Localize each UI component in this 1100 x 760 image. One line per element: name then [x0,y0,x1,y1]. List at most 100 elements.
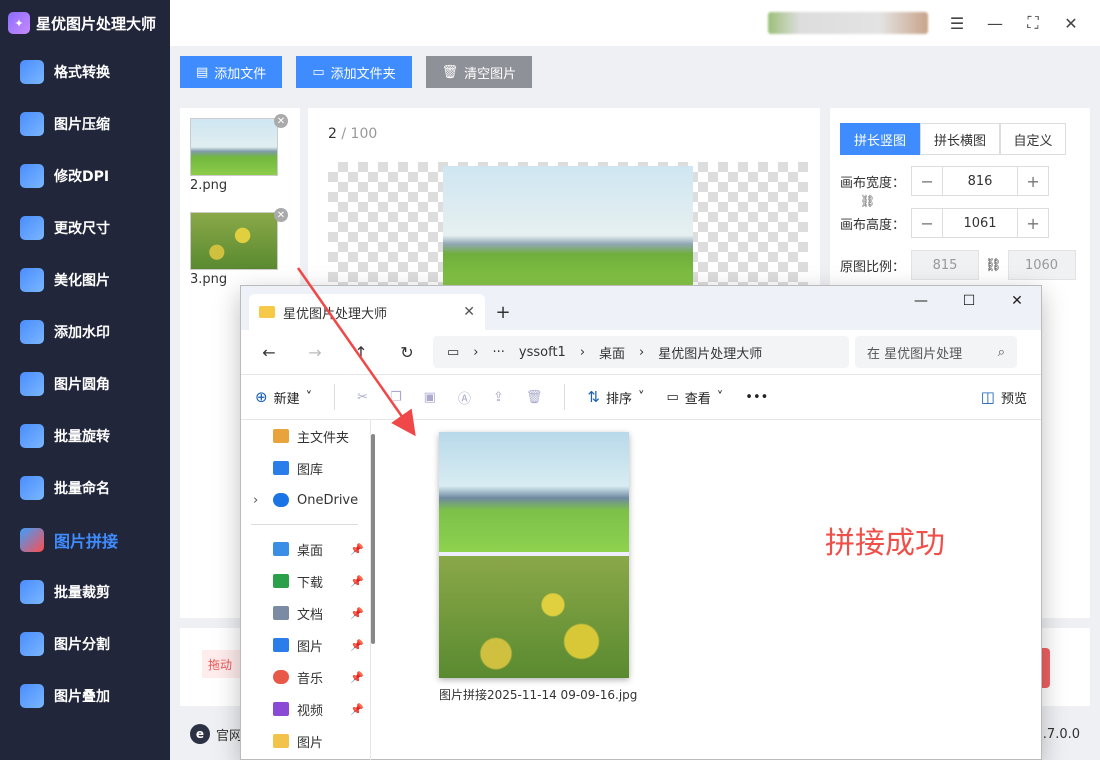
explorer-tab[interactable]: 星优图片处理大师 ✕ [249,294,485,330]
add-folder-button[interactable]: ▭ 添加文件夹 [296,56,412,88]
pictures-icon [273,638,289,652]
sidebar-item-split[interactable]: 图片分割 [0,618,170,670]
nav-pane-scrollbar[interactable] [371,434,375,644]
nav-item-documents[interactable]: 文档 📌 [241,597,370,629]
new-label: 新建 [273,391,300,407]
sidebar-item-crop[interactable]: 批量裁剪 [0,566,170,618]
website-icon: e [190,724,210,744]
new-button[interactable]: ⊕ 新建 ˅ [255,388,312,407]
format-convert-icon [20,60,44,84]
thumbnail-item[interactable]: ✕ 3.png [190,208,288,287]
up-icon[interactable]: ↑ [341,336,381,368]
sort-button[interactable]: ⇅ 排序 ˅ [587,388,644,407]
more-options-icon[interactable]: ••• [745,390,768,405]
nav-item-desktop[interactable]: 桌面 📌 [241,533,370,565]
nav-item-videos[interactable]: 视频 📌 [241,693,370,725]
nav-item-music[interactable]: 音乐 📌 [241,661,370,693]
canvas-height-value[interactable]: 1061 [942,209,1019,237]
sidebar-item-format[interactable]: 格式转换 [0,46,170,98]
back-icon[interactable]: ← [249,336,289,368]
nav-item-pictures[interactable]: 图片 📌 [241,629,370,661]
remove-icon[interactable]: ✕ [274,208,288,222]
decrease-button[interactable]: − [912,167,942,195]
sidebar-item-dpi[interactable]: 修改DPI [0,150,170,202]
nav-item-label: 桌面 [297,543,324,559]
paste-icon[interactable]: ▣ [424,390,436,405]
copy-icon[interactable]: ❐ [390,390,402,405]
breadcrumb-item[interactable]: 桌面 [599,343,625,362]
app-brand: ✦ 星优图片处理大师 [0,0,170,46]
success-annotation: 拼接成功 [825,526,945,561]
canvas-height-label: 画布高度： [840,217,906,233]
thumbnail-item[interactable]: ✕ 2.png [190,114,288,193]
website-link[interactable]: e 官网 [190,724,242,744]
refresh-icon[interactable]: ↻ [387,336,427,368]
remove-icon[interactable]: ✕ [274,114,288,128]
chevron-right-icon: › [473,344,479,360]
close-icon[interactable]: ✕ [993,286,1041,316]
compress-icon [20,112,44,136]
minimize-icon[interactable]: — [897,286,945,316]
link-icon[interactable]: ⛓ [860,194,875,208]
sidebar-item-watermark[interactable]: 添加水印 [0,306,170,358]
tab-custom[interactable]: 自定义 [1000,123,1066,155]
user-account-blurred[interactable] [768,12,928,34]
maximize-icon[interactable]: ☐ [945,286,993,316]
clear-images-button[interactable]: 🗑 清空图片 [425,56,533,88]
decrease-button[interactable]: − [912,209,942,237]
tab-vertical[interactable]: 拼长竖图 [840,123,920,155]
ratio-label: 原图比例： [840,259,906,275]
sidebar-item-round-corner[interactable]: 图片圆角 [0,358,170,410]
preview-pane-button[interactable]: ◫ 预览 [981,388,1027,407]
address-bar[interactable]: ▭ › ··· yssoft1 › 桌面 › 星优图片处理大师 [433,336,849,368]
round-corner-icon [20,372,44,396]
ratio-width: 815 [911,250,980,280]
canvas-width-value[interactable]: 816 [942,167,1019,195]
canvas-height-row: 画布高度： − 1061 + [840,208,1050,238]
watermark-icon [20,320,44,344]
canvas-height-stepper: − 1061 + [911,208,1050,238]
sidebar-item-label: 更改尺寸 [54,221,110,237]
sidebar-item-rotate[interactable]: 批量旋转 [0,410,170,462]
sidebar-item-label: 批量裁剪 [54,585,110,601]
increase-button[interactable]: + [1018,209,1048,237]
breadcrumb-item[interactable]: 星优图片处理大师 [658,343,762,362]
close-icon[interactable]: ✕ [1062,14,1080,33]
breadcrumb-item[interactable]: yssoft1 [519,345,566,360]
thumbnail-image [190,212,278,270]
nav-item-label: 主文件夹 [297,430,350,446]
search-input[interactable]: 在 星优图片处理 ⌕ [855,336,1017,368]
nav-item-label: 视频 [297,703,324,719]
sidebar-item-label: 批量命名 [54,481,110,497]
maximize-icon[interactable]: ⛶ [1024,13,1042,32]
cut-icon[interactable]: ✂ [357,390,368,405]
file-item[interactable]: 图片拼接2025-11-14 09-09-16.jpg [439,432,637,703]
rename-icon[interactable]: Ⓐ [458,388,471,407]
delete-icon[interactable]: 🗑 [526,390,543,405]
add-file-button[interactable]: ▤ 添加文件 [180,56,283,88]
sidebar-item-rename[interactable]: 批量命名 [0,462,170,514]
nav-item-onedrive[interactable]: › OneDrive [241,484,370,516]
view-button[interactable]: ▭ 查看 ˅ [666,388,723,407]
chevron-right-icon[interactable]: › [253,493,258,508]
nav-item-home[interactable]: 主文件夹 [241,420,370,452]
nav-item-downloads[interactable]: 下载 📌 [241,565,370,597]
tab-horizontal[interactable]: 拼长横图 [920,123,1000,155]
more-path-icon[interactable]: ··· [493,345,505,360]
nav-item-gallery[interactable]: 图库 [241,452,370,484]
close-tab-icon[interactable]: ✕ [463,304,475,320]
new-tab-icon[interactable]: + [485,294,521,330]
increase-button[interactable]: + [1018,167,1048,195]
nav-item-label: 文档 [297,607,324,623]
nav-item-pictures-folder[interactable]: 图片 [241,725,370,757]
sidebar-item-resize[interactable]: 更改尺寸 [0,202,170,254]
minimize-icon[interactable]: — [986,14,1004,33]
dpi-icon [20,164,44,188]
forward-icon[interactable]: → [295,336,335,368]
sidebar-item-compress[interactable]: 图片压缩 [0,98,170,150]
share-icon[interactable]: ⇪ [493,390,504,405]
sidebar-item-overlay[interactable]: 图片叠加 [0,670,170,722]
sidebar-item-beautify[interactable]: 美化图片 [0,254,170,306]
sidebar-item-stitch[interactable]: 图片拼接 [0,514,170,566]
settings-sliders-icon[interactable]: ☰ [948,14,966,33]
